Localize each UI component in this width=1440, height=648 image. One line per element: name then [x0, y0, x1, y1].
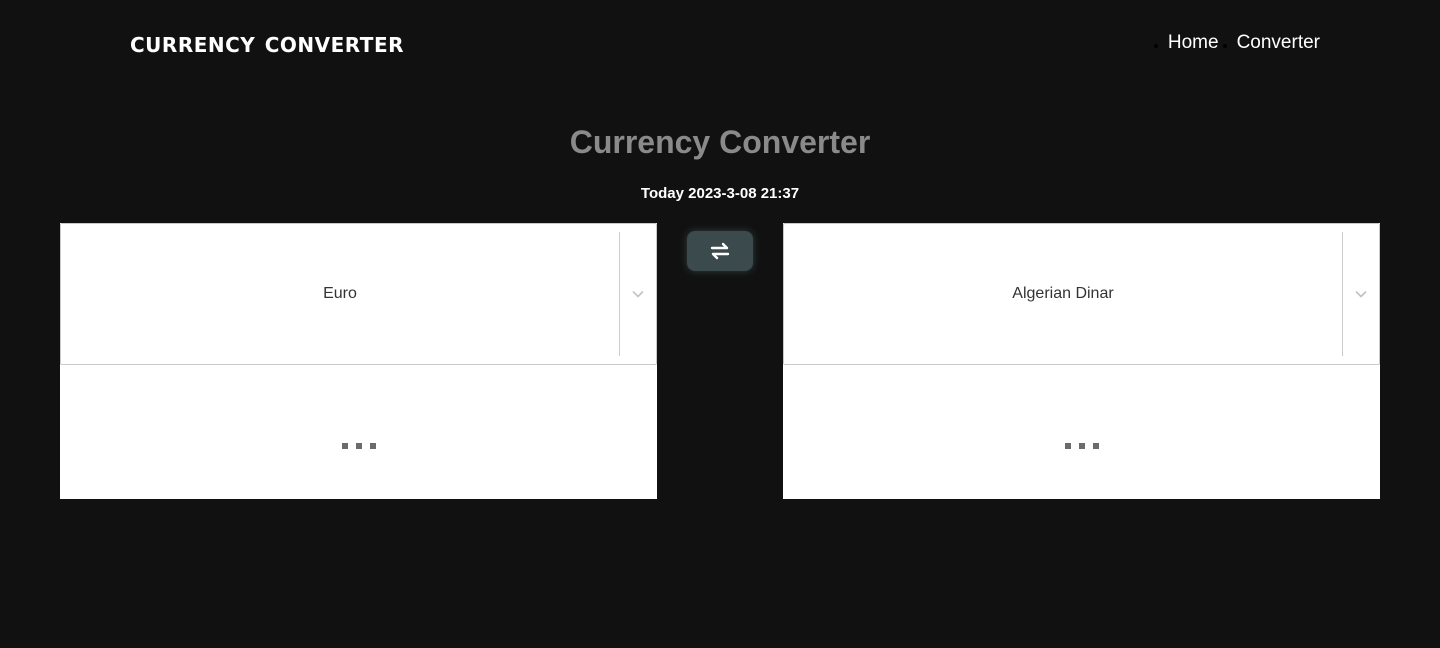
from-result [60, 365, 657, 499]
nav-item-converter[interactable]: Converter [1222, 32, 1320, 54]
page: CURRENCY CONVERTER Home Converter Curren… [0, 0, 1440, 648]
from-currency-value: Euro [323, 285, 357, 302]
to-currency-value: Algerian Dinar [1012, 285, 1114, 302]
loading-dot [341, 443, 348, 449]
nav-label-home: Home [1167, 32, 1219, 53]
loading-dot [355, 443, 362, 449]
page-title: Currency Converter [569, 124, 871, 160]
swap-arrows-icon [710, 242, 730, 260]
loading-dot [369, 443, 376, 449]
main-nav: Home Converter [1153, 32, 1320, 54]
nav-label-converter: Converter [1236, 32, 1320, 53]
loading-dots [341, 443, 376, 449]
loading-dots [1064, 443, 1099, 449]
bullet-icon [1222, 44, 1227, 48]
brand-logo[interactable]: CURRENCY CONVERTER [130, 33, 404, 57]
loading-dot [1078, 443, 1085, 449]
chevron-down-icon[interactable] [632, 288, 644, 300]
current-date: Today 2023-3-08 21:37 [640, 185, 800, 202]
select-divider [619, 232, 620, 356]
to-panel: Algerian Dinar [783, 223, 1380, 499]
loading-dot [1064, 443, 1071, 449]
to-currency-select[interactable]: Algerian Dinar [783, 223, 1380, 365]
from-panel: Euro [60, 223, 657, 499]
nav-item-home[interactable]: Home [1153, 32, 1219, 54]
from-currency-select[interactable]: Euro [60, 223, 657, 365]
select-divider [1342, 232, 1343, 356]
bullet-icon [1153, 44, 1158, 48]
to-result [783, 365, 1380, 499]
loading-dot [1092, 443, 1099, 449]
chevron-down-icon[interactable] [1355, 288, 1367, 300]
swap-button[interactable] [687, 231, 753, 271]
